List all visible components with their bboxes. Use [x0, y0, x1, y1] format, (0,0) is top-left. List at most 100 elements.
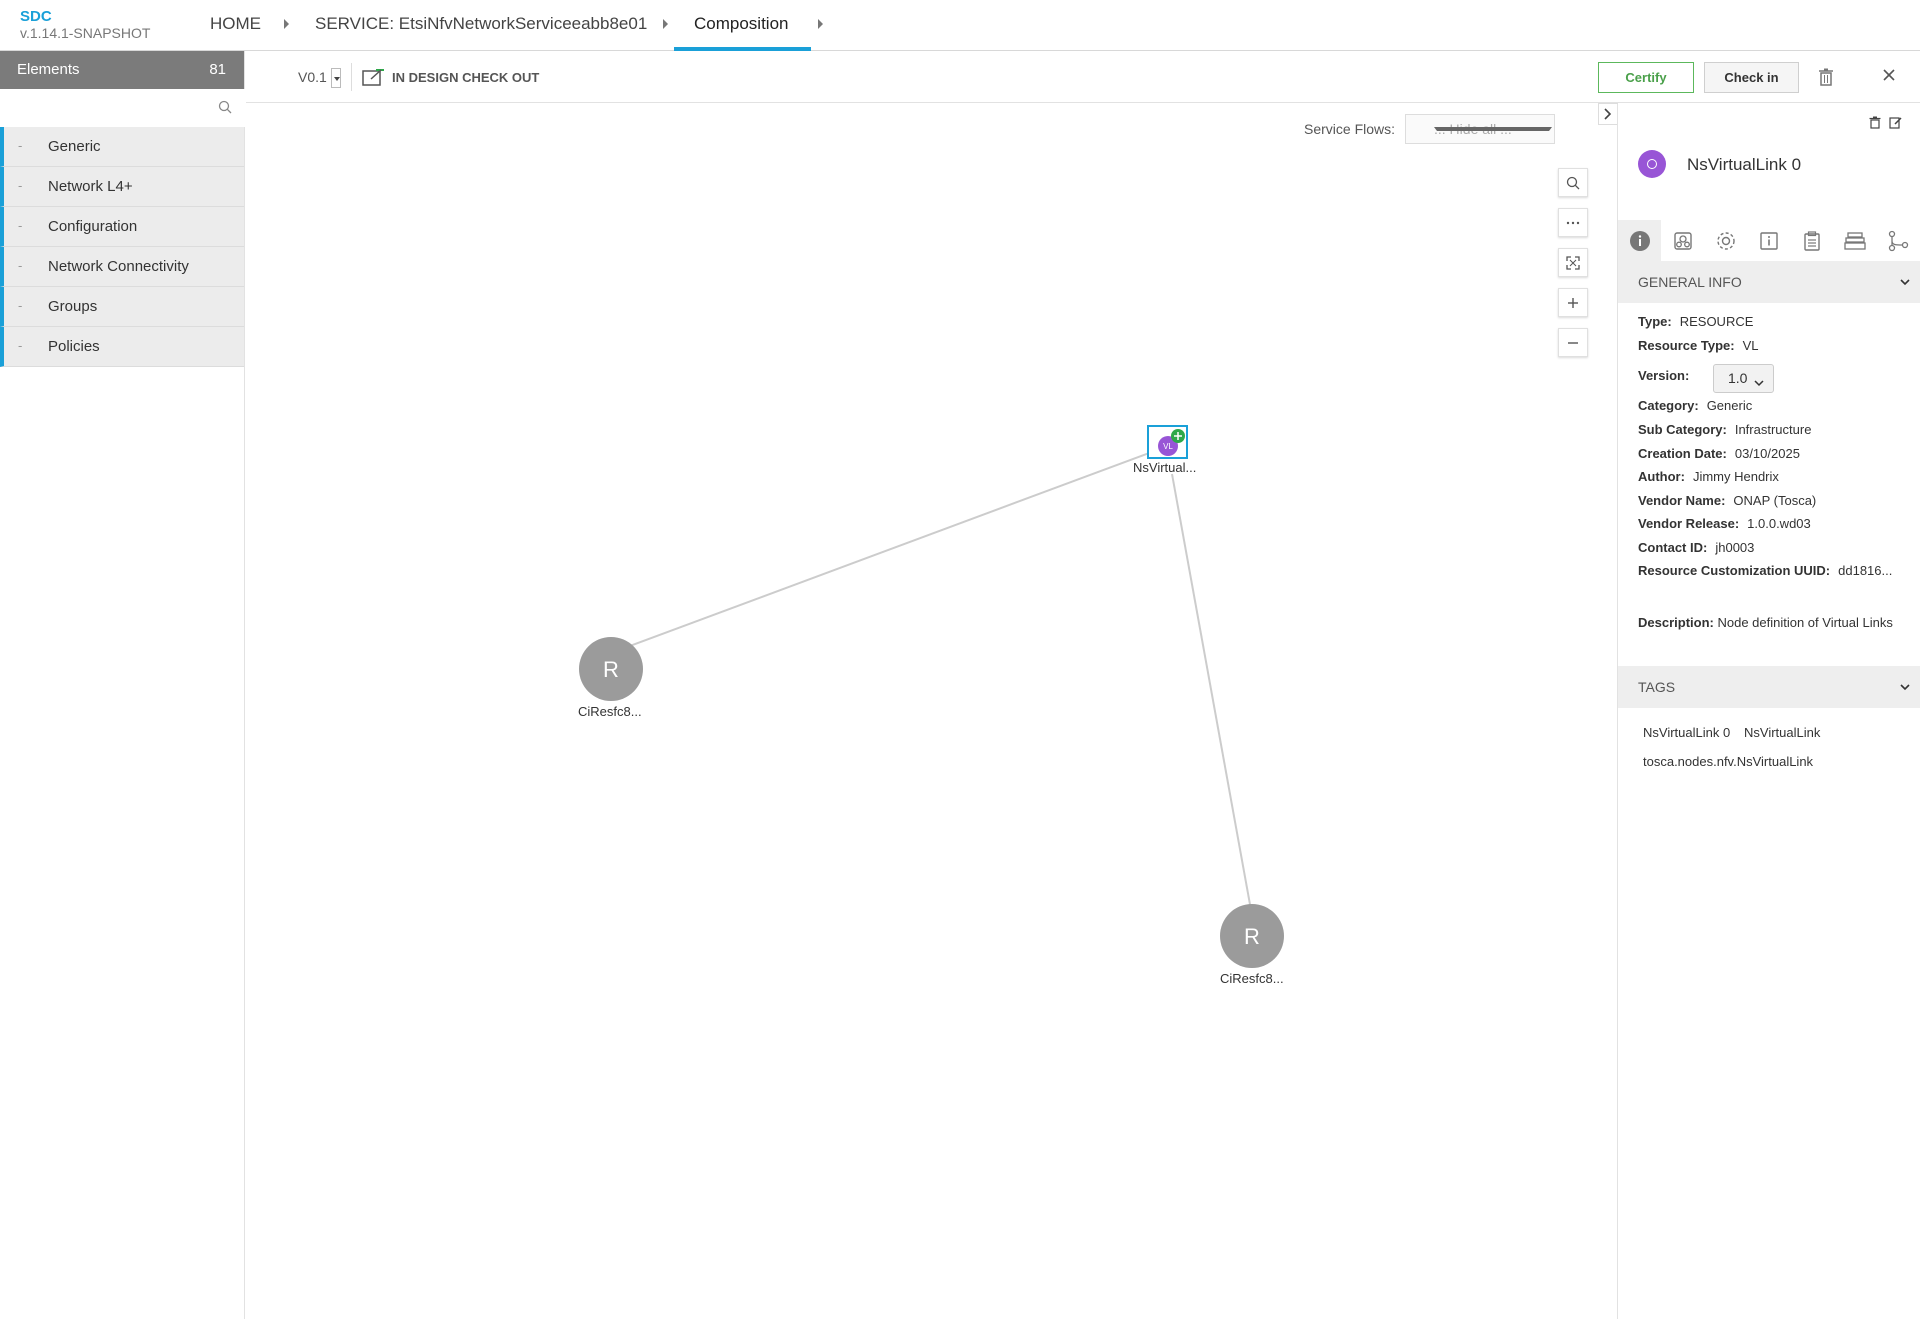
- composition-graph[interactable]: R R VL: [246, 104, 1616, 1319]
- tag-item: NsVirtualLink: [1744, 725, 1821, 740]
- vl-node-label[interactable]: NsVirtual...: [1133, 460, 1196, 475]
- checkin-button[interactable]: Check in: [1704, 62, 1799, 93]
- app-version: v.1.14.1-SNAPSHOT: [20, 25, 151, 41]
- properties-icon: [1716, 231, 1735, 250]
- resource-node-letter: R: [603, 657, 619, 682]
- palette-search-input[interactable]: [0, 89, 245, 127]
- tab-relations[interactable]: [1876, 220, 1919, 261]
- info-value: Jimmy Hendrix: [1692, 469, 1779, 484]
- info-label: Creation Date:: [1638, 446, 1727, 461]
- palette-category-configuration[interactable]: - Configuration: [0, 207, 244, 247]
- relation-edge[interactable]: [610, 445, 1169, 654]
- info-description: Description: Node definition of Virtual …: [1638, 613, 1903, 632]
- tab-api-artifacts[interactable]: [1790, 220, 1833, 261]
- details-panel: NsVirtualLink 0 GENERAL INFO Type: RESOUR…: [1617, 104, 1920, 1319]
- collapse-dash: -: [18, 138, 23, 153]
- fit-icon[interactable]: [1558, 248, 1588, 277]
- tab-properties[interactable]: [1704, 220, 1747, 261]
- zoom-in-icon[interactable]: [1558, 288, 1588, 317]
- panel-tabs: [1618, 220, 1920, 261]
- version-select[interactable]: V0.1: [298, 69, 327, 85]
- category-label: Generic: [48, 138, 101, 155]
- info-customization-uuid: Resource Customization UUID: dd1816...: [1638, 563, 1892, 578]
- version-value: 1.0: [1728, 370, 1748, 386]
- palette-category-network-connectivity[interactable]: - Network Connectivity: [0, 247, 244, 287]
- close-icon[interactable]: [1882, 68, 1896, 87]
- checkout-status-icon: [362, 67, 386, 92]
- breadcrumb-service[interactable]: SERVICE: EtsiNfvNetworkServiceeabb8e01: [315, 14, 647, 34]
- resource-node-label[interactable]: CiResfc8...: [578, 704, 642, 719]
- category-label: Network L4+: [48, 178, 133, 195]
- general-info-header[interactable]: GENERAL INFO: [1618, 261, 1920, 303]
- palette-category-network-l4[interactable]: - Network L4+: [0, 167, 244, 207]
- tab-info[interactable]: [1618, 220, 1661, 261]
- category-label: Policies: [48, 338, 100, 355]
- info-label: Version:: [1638, 368, 1690, 383]
- description-label: Description:: [1638, 615, 1714, 630]
- resource-node-label[interactable]: CiResfc8...: [1220, 971, 1284, 986]
- palette-count: 81: [209, 61, 226, 78]
- deployment-artifacts-icon: [1673, 231, 1692, 250]
- trash-icon[interactable]: [1818, 68, 1834, 91]
- info-type: Type: RESOURCE: [1638, 314, 1753, 329]
- palette-header: Elements 81: [0, 51, 244, 89]
- info-label: Vendor Name:: [1638, 493, 1726, 508]
- api-artifacts-icon: [1803, 230, 1820, 251]
- tab-deployment-artifacts[interactable]: [1661, 220, 1704, 261]
- collapse-dash: -: [18, 258, 23, 273]
- search-icon[interactable]: [218, 100, 232, 119]
- search-icon[interactable]: [1558, 168, 1588, 197]
- info-value: dd1816...: [1838, 563, 1893, 578]
- info-resource-type: Resource Type: VL: [1638, 338, 1758, 353]
- top-header: SDC v.1.14.1-SNAPSHOT HOME SERVICE: Etsi…: [0, 0, 1920, 51]
- tags-header[interactable]: TAGS: [1618, 666, 1920, 708]
- breadcrumb-arrow-icon[interactable]: [818, 19, 823, 29]
- collapse-dash: -: [18, 298, 23, 313]
- tags-title: TAGS: [1638, 679, 1676, 695]
- collapse-dash: -: [18, 338, 23, 353]
- info-label: Category:: [1638, 398, 1699, 413]
- breadcrumb-composition[interactable]: Composition: [674, 0, 811, 51]
- chevron-down-icon: [1754, 374, 1764, 390]
- info-value: 1.0.0.wd03: [1747, 516, 1811, 531]
- more-icon[interactable]: [1558, 208, 1588, 237]
- vl-node-badge-text: VL: [1163, 442, 1173, 451]
- app-logo[interactable]: SDC v.1.14.1-SNAPSHOT: [20, 8, 151, 42]
- palette-category-generic[interactable]: - Generic: [0, 127, 244, 167]
- edit-icon[interactable]: [1889, 116, 1902, 134]
- tab-information-artifacts[interactable]: [1747, 220, 1790, 261]
- palette-category-policies[interactable]: - Policies: [0, 327, 244, 367]
- panel-collapse-toggle[interactable]: [1598, 103, 1618, 125]
- palette-category-groups[interactable]: - Groups: [0, 287, 244, 327]
- version-caret-icon[interactable]: [331, 68, 341, 88]
- info-label: Sub Category:: [1638, 422, 1727, 437]
- certify-button[interactable]: Certify: [1598, 62, 1694, 93]
- delete-icon[interactable]: [1869, 116, 1881, 134]
- info-label: Resource Type:: [1638, 338, 1735, 353]
- info-author: Author: Jimmy Hendrix: [1638, 469, 1779, 484]
- info-label: Type:: [1638, 314, 1672, 329]
- general-info-title: GENERAL INFO: [1638, 274, 1742, 290]
- component-avatar: [1638, 150, 1666, 178]
- relation-edge[interactable]: [1171, 473, 1252, 911]
- tab-composition[interactable]: [1833, 220, 1876, 261]
- breadcrumb-home[interactable]: HOME: [210, 14, 261, 34]
- app-name: SDC: [20, 8, 52, 25]
- version-dropdown[interactable]: 1.0: [1713, 364, 1774, 393]
- composition-canvas[interactable]: R R VL NsVirtual... CiResfc8... CiResfc8…: [246, 104, 1616, 1319]
- category-label: Groups: [48, 298, 98, 315]
- breadcrumb-arrow-icon: [663, 19, 668, 29]
- info-contact-id: Contact ID: jh0003: [1638, 540, 1754, 555]
- chevron-down-icon: [1434, 127, 1552, 131]
- information-artifacts-icon: [1759, 231, 1778, 250]
- zoom-out-icon[interactable]: [1558, 328, 1588, 357]
- info-label: Author:: [1638, 469, 1685, 484]
- collapse-dash: -: [18, 178, 23, 193]
- service-flows-select[interactable]: ... Hide all ...: [1405, 114, 1555, 144]
- info-value: Generic: [1706, 398, 1753, 413]
- palette-title: Elements: [17, 61, 80, 78]
- service-flows-label: Service Flows:: [1304, 121, 1396, 137]
- relations-icon: [1888, 230, 1908, 251]
- breadcrumb-composition-label: Composition: [694, 14, 789, 33]
- chevron-down-icon: [1899, 680, 1911, 696]
